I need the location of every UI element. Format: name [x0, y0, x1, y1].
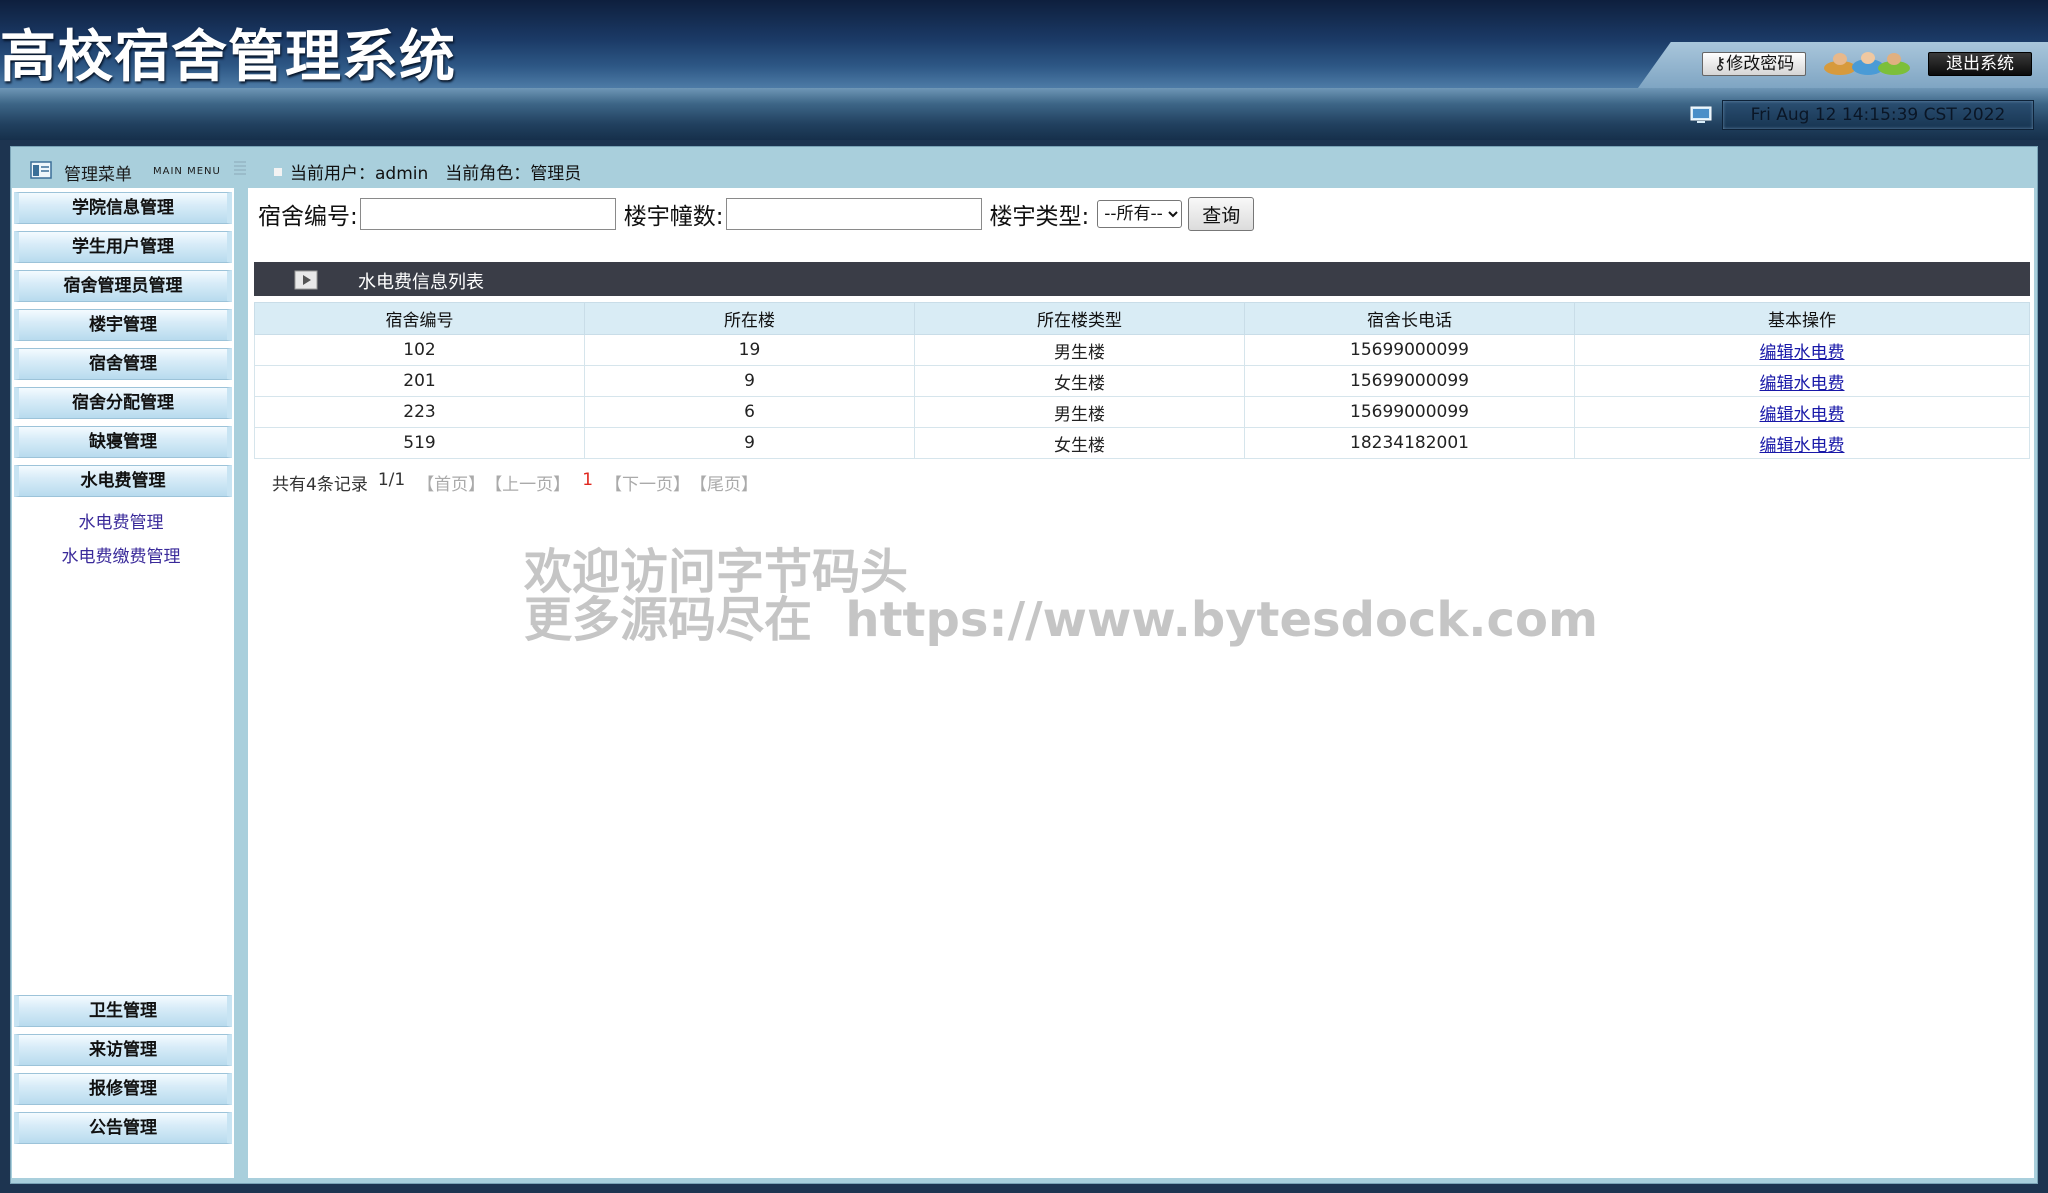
- sidebar-header: 管理菜单 MAIN MENU: [12, 152, 234, 188]
- dorm-number-input[interactable]: [359, 198, 616, 230]
- cell-dorm-number: 201: [254, 365, 585, 397]
- cell-leader-phone: 15699000099: [1244, 396, 1575, 428]
- bullet-icon: [274, 168, 282, 176]
- menu-visitors[interactable]: 来访管理: [14, 1034, 232, 1066]
- watermark-line-2: 更多源码尽在 https://www.bytesdock.com: [524, 592, 1598, 648]
- menu-dorms[interactable]: 宿舍管理: [14, 348, 232, 380]
- cell-building: 9: [584, 427, 915, 459]
- cell-building-type: 女生楼: [914, 365, 1245, 397]
- last-page-link[interactable]: 【尾页】: [690, 470, 758, 495]
- table-row: 519 9 女生楼 18234182001 编辑水电费: [254, 427, 2030, 459]
- query-button[interactable]: 查询: [1188, 197, 1255, 231]
- cell-building: 6: [584, 396, 915, 428]
- pagination: 共有4条记录 1/1 【首页】 【上一页】 1 【下一页】 【尾页】: [272, 470, 758, 495]
- utilities-table: 宿舍编号 所在楼 所在楼类型 宿舍长电话 基本操作 102 19 男生楼 156…: [254, 302, 2030, 459]
- prev-page-link[interactable]: 【上一页】: [485, 470, 570, 495]
- cell-leader-phone: 15699000099: [1244, 365, 1575, 397]
- menu-utilities[interactable]: 水电费管理: [14, 465, 232, 497]
- sidebar-subtitle: MAIN MENU: [153, 166, 221, 177]
- app-title: 高校宿舍管理系统: [0, 25, 456, 90]
- building-type-label: 楼宇类型:: [989, 204, 1090, 230]
- list-title-bar: 水电费信息列表: [254, 262, 2030, 296]
- total-records: 共有4条记录: [272, 475, 368, 495]
- building-number-label: 楼宇幢数:: [623, 204, 724, 230]
- cell-actions: 编辑水电费: [1574, 396, 2030, 428]
- sidebar: 管理菜单 MAIN MENU 学院信息管理 学生用户管理 宿舍管理员管理 楼宇管…: [12, 152, 234, 1178]
- edit-utilities-link[interactable]: 编辑水电费: [1760, 436, 1845, 456]
- list-title: 水电费信息列表: [358, 272, 484, 293]
- cell-building-type: 女生楼: [914, 427, 1245, 459]
- edit-utilities-link[interactable]: 编辑水电费: [1760, 405, 1845, 425]
- sidebar-toggle-icon[interactable]: [234, 160, 246, 178]
- main-content: 当前用户：admin 当前角色：管理员 宿舍编号: 楼宇幢数: 楼宇类型: --…: [248, 152, 2034, 1178]
- col-leader-phone: 宿舍长电话: [1244, 302, 1575, 335]
- cell-building-type: 男生楼: [914, 334, 1245, 366]
- table-header-row: 宿舍编号 所在楼 所在楼类型 宿舍长电话 基本操作: [254, 302, 2030, 335]
- menu-panel-icon: [30, 161, 52, 179]
- menu-absence[interactable]: 缺寝管理: [14, 426, 232, 458]
- menu-hygiene[interactable]: 卫生管理: [14, 995, 232, 1027]
- play-icon: [294, 270, 318, 290]
- col-building: 所在楼: [584, 302, 915, 335]
- col-dorm-number: 宿舍编号: [254, 302, 585, 335]
- cell-actions: 编辑水电费: [1574, 427, 2030, 459]
- col-actions: 基本操作: [1574, 302, 2030, 335]
- current-page-number[interactable]: 1: [582, 470, 593, 495]
- next-page-link[interactable]: 【下一页】: [605, 470, 690, 495]
- cell-actions: 编辑水电费: [1574, 334, 2030, 366]
- dorm-number-label: 宿舍编号:: [258, 204, 358, 230]
- edit-utilities-link[interactable]: 编辑水电费: [1760, 374, 1845, 394]
- menu-buildings[interactable]: 楼宇管理: [14, 309, 232, 341]
- logout-button[interactable]: 退出系统: [1928, 52, 2032, 76]
- cell-leader-phone: 15699000099: [1244, 334, 1575, 366]
- menu-repairs[interactable]: 报修管理: [14, 1073, 232, 1105]
- building-type-select[interactable]: --所有--: [1097, 200, 1183, 228]
- building-number-input[interactable]: [725, 198, 982, 230]
- menu-dorm-admins[interactable]: 宿舍管理员管理: [14, 270, 232, 302]
- table-row: 201 9 女生楼 15699000099 编辑水电费: [254, 365, 2030, 397]
- cell-building-type: 男生楼: [914, 396, 1245, 428]
- page-indicator: 1/1: [377, 470, 406, 490]
- cell-dorm-number: 102: [254, 334, 585, 366]
- submenu-utilities-manage[interactable]: 水电费管理: [12, 508, 230, 533]
- cell-building: 9: [584, 365, 915, 397]
- cell-dorm-number: 519: [254, 427, 585, 459]
- first-page-link[interactable]: 【首页】: [417, 470, 485, 495]
- watermark: 欢迎访问字节码头 更多源码尽在 https://www.bytesdock.co…: [524, 548, 1598, 644]
- cell-actions: 编辑水电费: [1574, 365, 2030, 397]
- edit-utilities-link[interactable]: 编辑水电费: [1760, 343, 1845, 363]
- change-password-button[interactable]: ⚷修改密码: [1702, 52, 1806, 76]
- key-icon: ⚷: [1713, 54, 1727, 74]
- watermark-line-1: 欢迎访问字节码头: [524, 544, 909, 600]
- search-form: 宿舍编号: 楼宇幢数: 楼宇类型: --所有-- 查询: [258, 196, 1255, 232]
- content-header: 当前用户：admin 当前角色：管理员: [248, 152, 2034, 188]
- cell-leader-phone: 18234182001: [1244, 427, 1575, 459]
- cell-dorm-number: 223: [254, 396, 585, 428]
- menu-student-users[interactable]: 学生用户管理: [14, 231, 232, 263]
- menu-college-info[interactable]: 学院信息管理: [14, 192, 232, 224]
- menu-announcements[interactable]: 公告管理: [14, 1112, 232, 1144]
- submenu-utilities-payment[interactable]: 水电费缴费管理: [12, 542, 230, 567]
- current-user-info: 当前用户：admin 当前角色：管理员: [290, 164, 582, 184]
- table-row: 223 6 男生楼 15699000099 编辑水电费: [254, 396, 2030, 428]
- monitor-icon: [1690, 106, 1712, 123]
- col-building-type: 所在楼类型: [914, 302, 1245, 335]
- users-icon: [1824, 52, 1910, 75]
- sidebar-title: 管理菜单: [64, 165, 132, 185]
- menu-dorm-allocation[interactable]: 宿舍分配管理: [14, 387, 232, 419]
- table-row: 102 19 男生楼 15699000099 编辑水电费: [254, 334, 2030, 366]
- datetime-display: Fri Aug 12 14:15:39 CST 2022: [1722, 100, 2034, 130]
- cell-building: 19: [584, 334, 915, 366]
